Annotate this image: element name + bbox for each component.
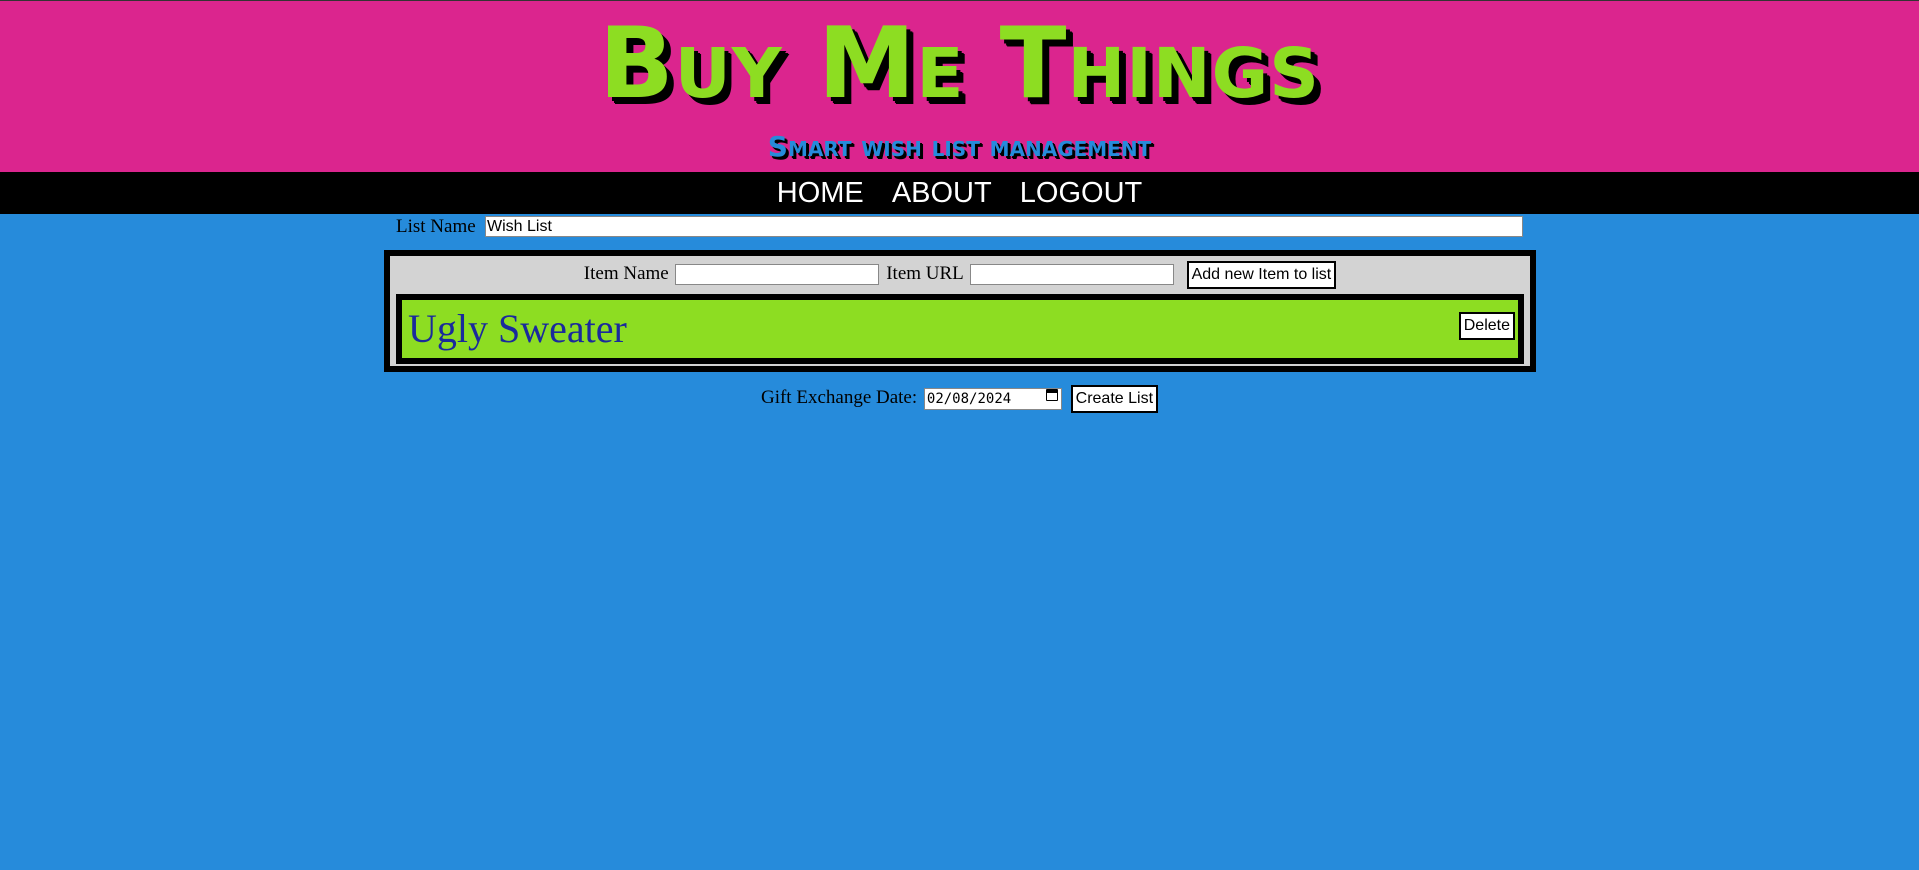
add-item-row: Item Name Item URL Add new Item to list	[390, 260, 1530, 290]
item-name-label: Item Name	[583, 263, 669, 284]
gift-exchange-row: Gift Exchange Date: Create List	[0, 384, 1919, 413]
calendar-icon[interactable]	[1045, 388, 1058, 401]
list-name-input[interactable]	[485, 216, 1523, 237]
site-subtitle: Smart wish list management	[767, 130, 1152, 163]
item-name-input[interactable]	[675, 264, 880, 286]
items-panel: Item Name Item URL Add new Item to list …	[384, 250, 1536, 372]
nav-bar: HOME ABOUT LOGOUT	[0, 172, 1919, 214]
item-url-input[interactable]	[969, 264, 1174, 286]
gift-exchange-date-input[interactable]	[923, 388, 1062, 411]
item-name: Ugly Sweater	[408, 306, 627, 351]
site-header: Buy Me Things Smart wish list management	[0, 0, 1919, 172]
nav-about-link[interactable]: ABOUT	[892, 177, 992, 209]
gift-exchange-date-field	[923, 385, 1062, 413]
site-title: Buy Me Things	[599, 7, 1320, 121]
nav-home-link[interactable]: HOME	[777, 177, 864, 209]
item-url-label: Item URL	[886, 263, 964, 284]
gift-exchange-date-label: Gift Exchange Date:	[760, 387, 918, 408]
list-name-label: List Name	[396, 216, 476, 237]
delete-item-button[interactable]: Delete	[1458, 312, 1515, 340]
create-list-button[interactable]: Create List	[1070, 384, 1159, 413]
nav-logout-link[interactable]: LOGOUT	[1020, 177, 1142, 209]
list-item: Ugly Sweater Delete	[396, 294, 1524, 364]
add-item-button[interactable]: Add new Item to list	[1186, 260, 1337, 289]
